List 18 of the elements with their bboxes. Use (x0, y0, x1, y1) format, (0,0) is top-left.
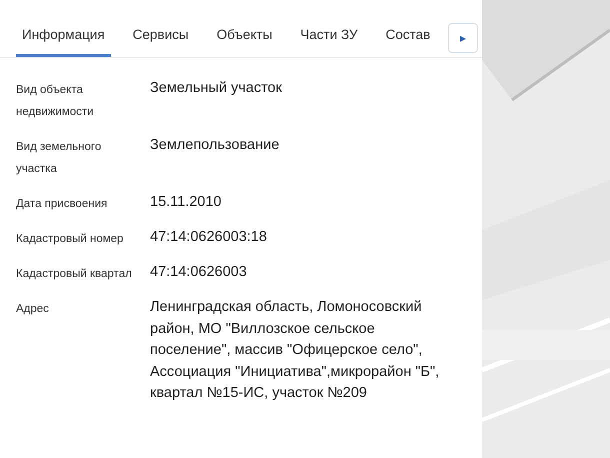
tab[interactable]: Части ЗУ (294, 24, 364, 57)
field-label: Дата присвоения (15, 197, 108, 212)
field-label: Кадастровый квартал (15, 267, 133, 282)
field-label: Вид земельного участка (15, 140, 102, 177)
tab[interactable]: Информация (16, 24, 111, 57)
scroll-right-button[interactable]: ▸ (448, 23, 478, 53)
field-value: Ленинградская область, Ломоносовский район, МО "Виллозское сельское поселение", массив "Офицерское село", Ассоциация "Инициатива",микрорайон "Б", квартал №15-ИС, участок №209 (150, 298, 440, 403)
field-value: Земельный участок (150, 79, 283, 98)
tab[interactable]: Объекты (210, 24, 278, 57)
tab[interactable]: Сервисы (126, 24, 195, 57)
field-value: 15.11.2010 (150, 193, 222, 212)
field-value: Землепользование (150, 136, 280, 155)
field-value: 47:14:0626003:18 (150, 228, 268, 247)
field-value: 47:14:0626003 (150, 263, 248, 282)
field-label: Адрес (15, 302, 50, 317)
tab[interactable]: Состав (380, 24, 436, 57)
field-label: Кадастровый номер (15, 232, 124, 247)
field-label: Вид объекта недвижимости (15, 83, 95, 120)
